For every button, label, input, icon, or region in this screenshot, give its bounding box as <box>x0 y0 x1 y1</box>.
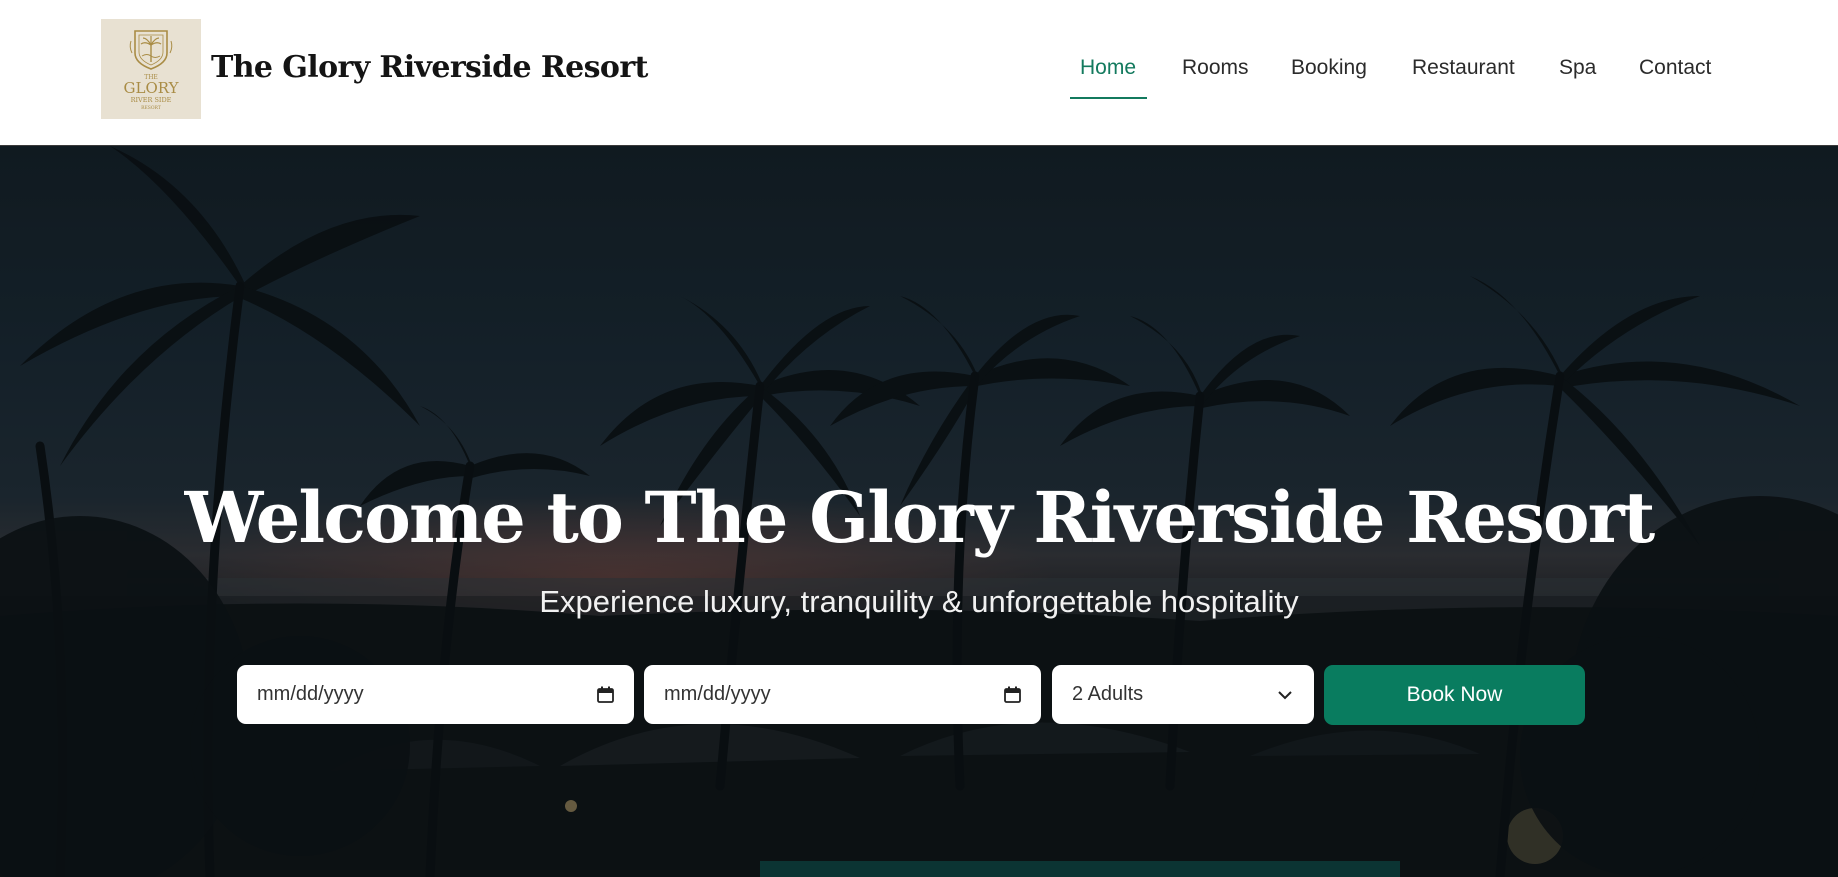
resort-logo[interactable]: THE GLORY RIVER SIDE RESORT <box>101 19 201 119</box>
checkout-date-input[interactable]: mm/dd/yyyy <box>644 665 1041 724</box>
booking-form: mm/dd/yyyy mm/dd/yyyy 2 Adults Book Now <box>237 665 1585 725</box>
site-title[interactable]: The Glory Riverside Resort <box>211 50 648 85</box>
nav-item-contact[interactable]: Contact <box>1639 55 1711 81</box>
nav-item-booking[interactable]: Booking <box>1291 55 1367 81</box>
hero-subtitle: Experience luxury, tranquility & unforge… <box>539 584 1299 619</box>
checkout-date-value: mm/dd/yyyy <box>664 683 771 705</box>
chevron-down-icon <box>1276 686 1294 704</box>
checkin-date-value: mm/dd/yyyy <box>257 683 364 705</box>
svg-text:GLORY: GLORY <box>124 79 180 97</box>
book-now-button[interactable]: Book Now <box>1324 665 1585 725</box>
checkin-date-input[interactable]: mm/dd/yyyy <box>237 665 634 724</box>
logo-crest-icon: THE GLORY RIVER SIDE RESORT <box>124 30 180 111</box>
guests-select[interactable]: 2 Adults <box>1052 665 1314 724</box>
nav-active-indicator <box>1070 97 1147 99</box>
guests-value: 2 Adults <box>1072 683 1144 705</box>
hero-title: Welcome to The Glory Riverside Resort <box>184 476 1656 559</box>
nav-item-rooms[interactable]: Rooms <box>1182 55 1249 81</box>
svg-text:RESORT: RESORT <box>141 105 161 111</box>
site-header: THE GLORY RIVER SIDE RESORT The Glory Ri… <box>0 0 1838 146</box>
calendar-icon[interactable] <box>596 686 614 704</box>
hero-section: Welcome to The Glory Riverside Resort Ex… <box>0 146 1838 877</box>
svg-text:RIVER SIDE: RIVER SIDE <box>131 96 172 104</box>
nav-item-home[interactable]: Home <box>1080 55 1136 81</box>
nav-item-spa[interactable]: Spa <box>1559 55 1596 81</box>
nav-item-restaurant[interactable]: Restaurant <box>1412 55 1515 81</box>
calendar-icon[interactable] <box>1003 686 1021 704</box>
